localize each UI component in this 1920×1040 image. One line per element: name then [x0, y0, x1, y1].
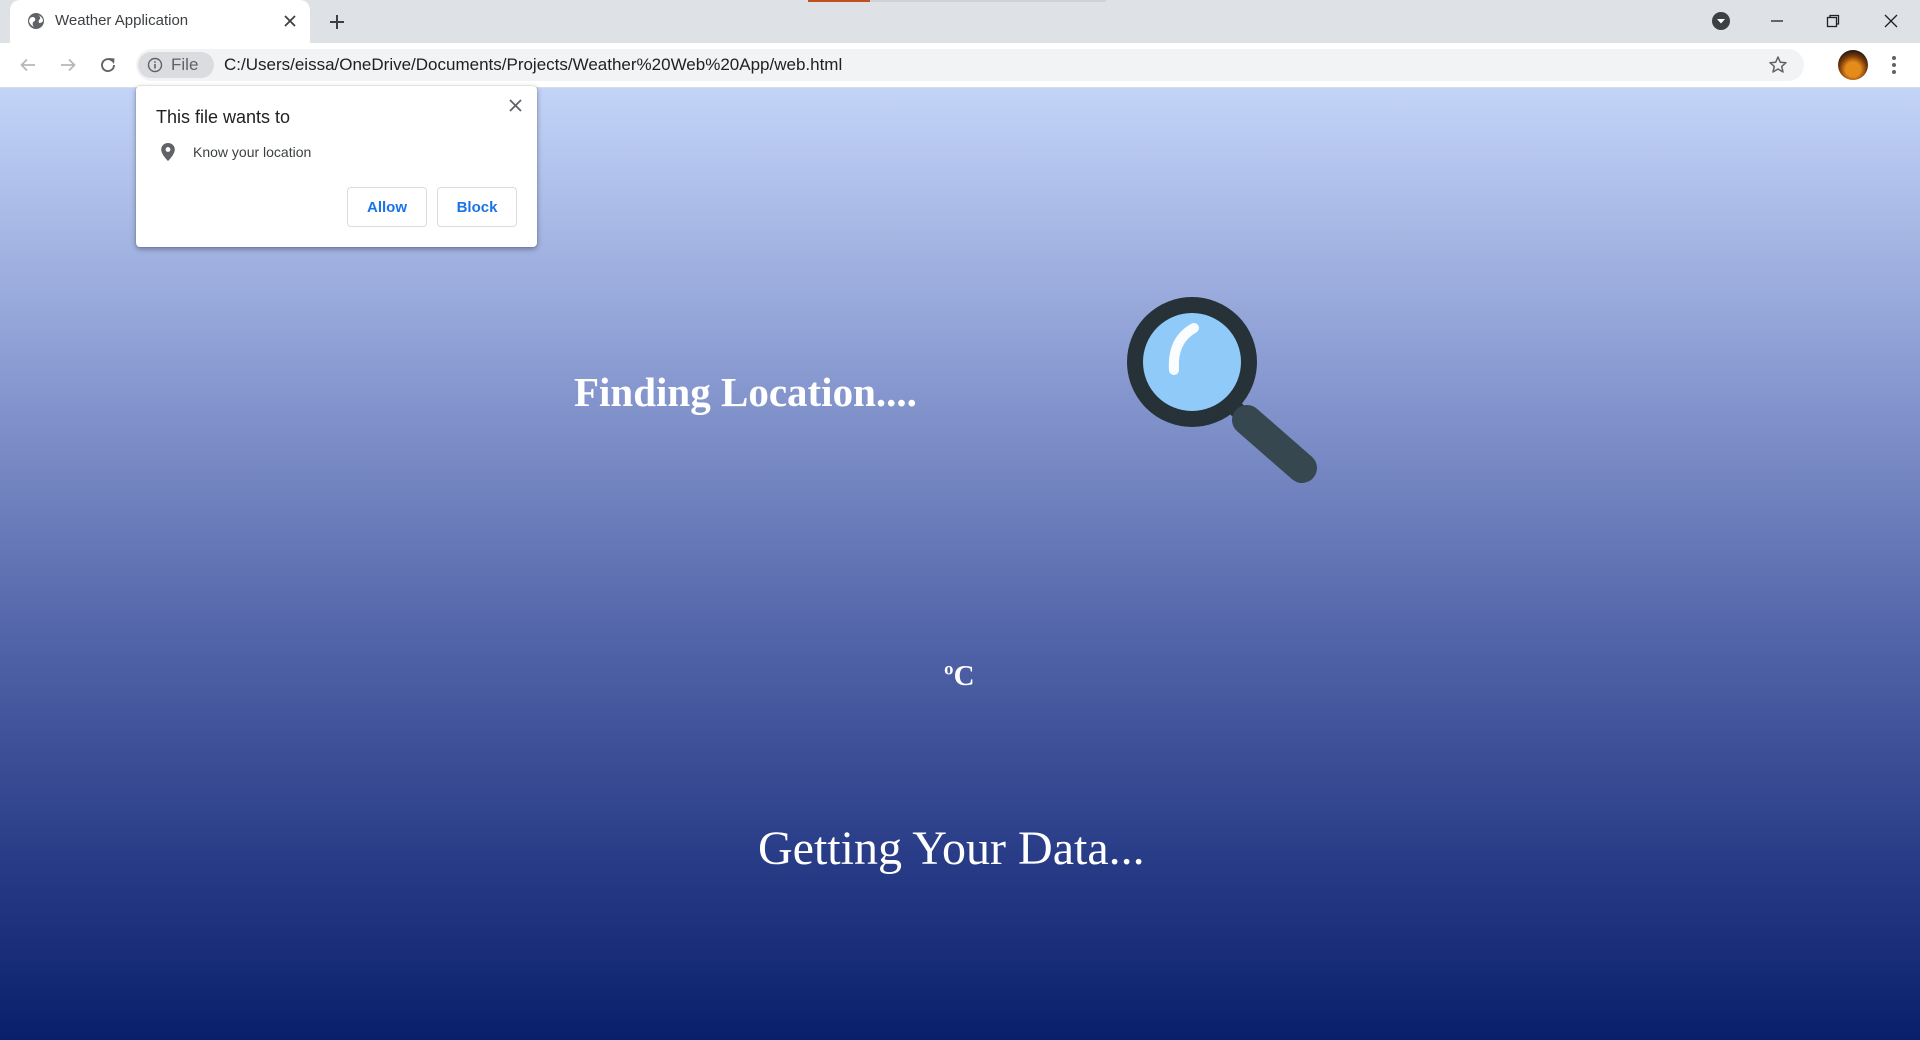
- reload-button[interactable]: [94, 51, 122, 79]
- magnifying-glass-icon: [1127, 297, 1317, 483]
- minimize-button[interactable]: [1762, 6, 1792, 36]
- info-icon: [147, 57, 163, 73]
- arrow-right-icon: [61, 58, 76, 72]
- more-vert-icon: [1892, 56, 1896, 74]
- tab-close-icon[interactable]: [280, 11, 300, 31]
- popup-title: This file wants to: [156, 107, 291, 127]
- close-window-button[interactable]: [1876, 6, 1906, 36]
- browser-menu-button[interactable]: [1882, 51, 1906, 79]
- tab-search-button[interactable]: [1706, 6, 1736, 36]
- forward-button[interactable]: [54, 51, 82, 79]
- browser-toolbar: File C:/Users/eissa/OneDrive/Documents/P…: [0, 43, 1920, 88]
- globe-icon: [28, 13, 44, 29]
- arrow-left-icon: [20, 58, 35, 72]
- tab-title: Weather Application: [55, 12, 189, 29]
- minimize-icon: [1771, 20, 1783, 22]
- scheme-label: File: [171, 55, 199, 74]
- restore-button[interactable]: [1818, 6, 1848, 36]
- restore-icon: [1826, 14, 1840, 28]
- tab-strip: Weather Application: [0, 0, 1920, 43]
- bookmark-button[interactable]: [1766, 53, 1790, 77]
- profile-avatar[interactable]: [1838, 50, 1868, 80]
- location-status-text: Finding Location....: [574, 369, 917, 415]
- tab-strip-accent: [808, 0, 870, 2]
- tab-strip-track: [870, 0, 1106, 2]
- chevron-down-circle-icon: [1712, 12, 1730, 30]
- tab-weather-application[interactable]: Weather Application: [10, 0, 310, 43]
- popup-close-button[interactable]: [504, 94, 526, 116]
- close-icon: [508, 98, 522, 112]
- back-button[interactable]: [14, 51, 42, 79]
- reload-icon: [101, 58, 115, 73]
- close-icon: [1884, 14, 1898, 28]
- site-info-chip[interactable]: File: [138, 52, 214, 78]
- new-tab-button[interactable]: [324, 9, 350, 35]
- block-button[interactable]: Block: [437, 187, 517, 227]
- temperature-unit: ºC: [944, 660, 975, 692]
- allow-button[interactable]: Allow: [347, 187, 427, 227]
- data-status-text: Getting Your Data...: [758, 822, 1145, 875]
- permission-label: Know your location: [193, 144, 312, 160]
- location-permission-popup: This file wants to Know your location Al…: [136, 86, 537, 247]
- address-bar[interactable]: File C:/Users/eissa/OneDrive/Documents/P…: [136, 49, 1804, 81]
- location-pin-icon: [161, 143, 175, 161]
- star-icon: [1769, 56, 1787, 73]
- url-text[interactable]: C:/Users/eissa/OneDrive/Documents/Projec…: [224, 55, 842, 75]
- plus-icon: [330, 15, 344, 29]
